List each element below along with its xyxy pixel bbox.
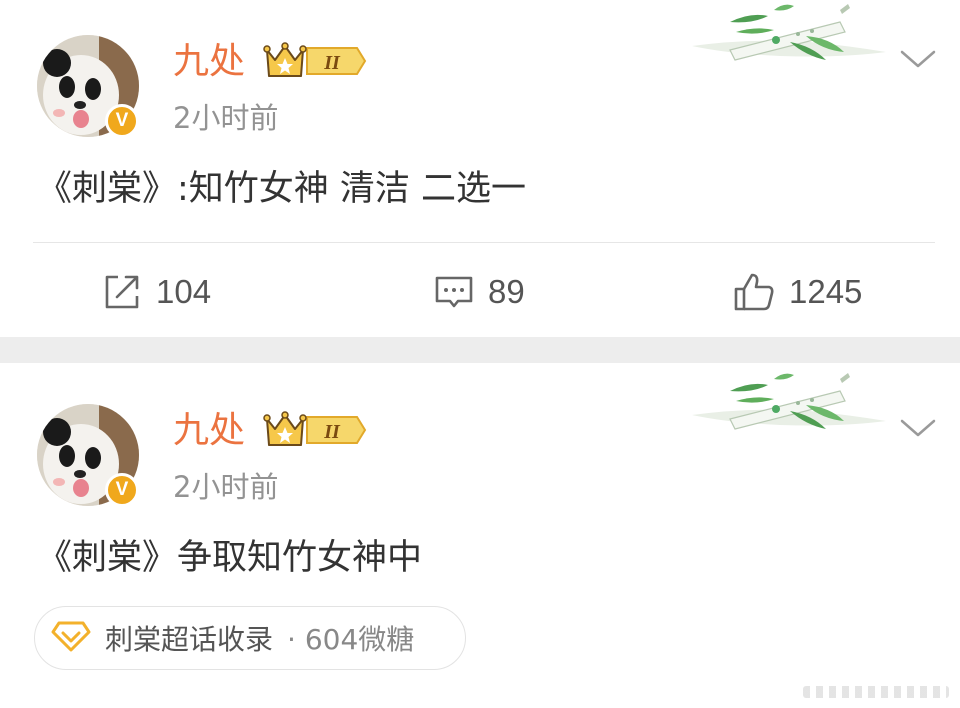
topic-name: 刺棠超话收录: [105, 623, 274, 656]
chevron-down-icon[interactable]: [898, 44, 938, 78]
chevron-down-icon[interactable]: [898, 413, 938, 447]
post-time: 2小时前: [173, 470, 279, 504]
username[interactable]: 九处: [173, 409, 245, 453]
comment-bubble-icon: [434, 272, 474, 312]
verified-v-icon: V: [105, 104, 139, 138]
comment-count: 89: [488, 273, 525, 310]
weibo-post: V 九处 II 2小时前 《刺棠》:知竹女神 清洁 二选一 104 89 124…: [0, 0, 960, 337]
vip-level-text: II: [323, 52, 341, 74]
post-separator: [0, 337, 960, 363]
home-indicator: [803, 686, 949, 698]
like-button[interactable]: 1245: [733, 268, 862, 316]
username[interactable]: 九处: [173, 40, 245, 84]
vip-level-text: II: [323, 421, 341, 443]
topic-meta: · 604微糖: [287, 623, 415, 656]
verified-v-icon: V: [105, 473, 139, 507]
like-count: 1245: [789, 273, 863, 310]
bamboo-flute-decoration: [690, 2, 890, 76]
diamond-icon: [51, 620, 91, 656]
crown-icon[interactable]: II: [263, 411, 367, 453]
divider: [33, 242, 935, 243]
post-time: 2小时前: [173, 101, 279, 135]
repost-count: 104: [156, 273, 212, 310]
super-topic-tag[interactable]: 刺棠超话收录 · 604微糖: [34, 606, 466, 670]
post-content: 《刺棠》:知竹女神 清洁 二选一: [37, 169, 527, 209]
comment-button[interactable]: 89: [434, 268, 525, 316]
thumbs-up-icon: [733, 272, 775, 312]
repost-button[interactable]: 104: [102, 268, 211, 316]
weibo-post: V 九处 II 2小时前 《刺棠》争取知竹女神中 刺棠超话收录 · 604微糖: [0, 363, 960, 708]
bamboo-flute-decoration: [690, 371, 890, 445]
share-square-icon: [102, 272, 142, 312]
post-content: 《刺棠》争取知竹女神中: [37, 538, 423, 578]
crown-icon[interactable]: II: [263, 42, 367, 84]
